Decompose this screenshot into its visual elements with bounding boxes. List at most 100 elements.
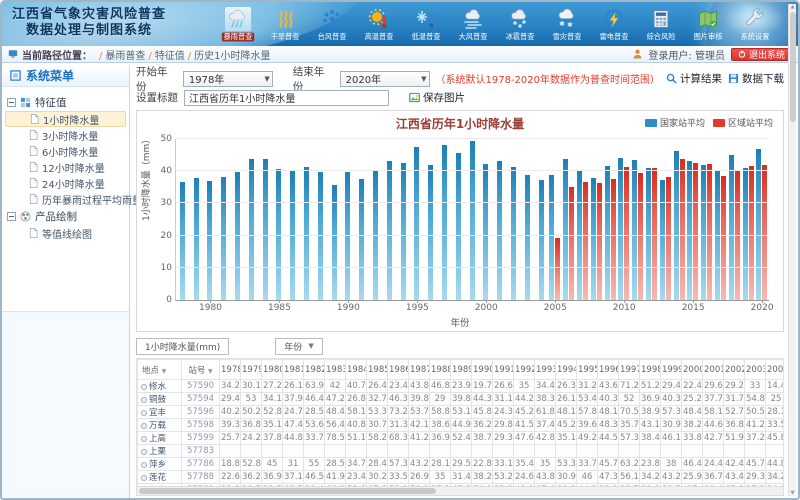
tree-item-6小时降水量[interactable]: 6小时降水量 [5,143,126,159]
legend-item-国家站平均[interactable]: 国家站平均 [645,116,705,129]
table-row-上栗[interactable]: 上栗57783 [138,445,785,458]
column-header-year-1998[interactable]: 1998 [640,360,661,380]
table-row-莲花[interactable]: 莲花5778822.636.236.937.146.541.923.430.23… [138,471,785,484]
column-header-year-2002[interactable]: 2002 [724,360,745,380]
page-icon [29,162,38,172]
toolbar-item-雪灾普查[interactable]: 雪灾普查 [543,4,590,46]
table-row-萍乡[interactable]: 萍乡5778618.852.845315528.534.728.457.343.… [138,458,785,471]
horizontal-scrollbar-thumb[interactable] [139,488,436,494]
column-header-year-1979[interactable]: 1979 [241,360,262,380]
scroll-down-icon[interactable]: ▼ [791,490,795,496]
column-header-year-1980[interactable]: 1980 [262,360,283,380]
column-header-year-1989[interactable]: 1989 [451,360,472,380]
bar-group-2007 [576,139,590,300]
value-cell: 51.2 [640,380,661,393]
tree-group-特征值[interactable]: 特征值 [5,93,126,111]
year-filter-select[interactable]: 年份▼ [275,338,322,355]
table-row-宜丰[interactable]: 宜丰5759640.250.252.824.728.548.458.153.37… [138,406,785,419]
horizontal-scrollbar[interactable] [136,486,784,496]
toolbar-item-干旱普查[interactable]: 干旱普查 [261,4,308,46]
bar-regional-2020 [762,165,767,300]
toolbar-item-雷电普查[interactable]: 雷电普查 [590,4,637,46]
value-cell: 48.1 [556,406,577,419]
x-tick-label: 2015 [682,303,705,313]
value-cell: 34.4 [535,380,556,393]
column-header-year-1983[interactable]: 1983 [325,360,346,380]
toolbar-item-暴雨普查[interactable]: 暴雨普查 [214,4,261,46]
column-header-year-1992[interactable]: 1992 [514,360,535,380]
toolbar-item-大风普查[interactable]: 大风普查 [449,4,496,46]
column-header-year-2001[interactable]: 2001 [703,360,724,380]
start-year-select[interactable]: 1978年▼ [183,71,273,87]
tree-item-24小时降水量[interactable]: 24小时降水量 [5,175,126,191]
column-header-year-1978[interactable]: 1978 [220,360,241,380]
breadcrumb: 当前路径位置： /暴雨普查/特征值/历史1小时降水量 [8,47,633,62]
logout-button-label: 退出系统 [749,48,785,61]
table-row-万载[interactable]: 万载5759839.336.835.147.453.656.440.830.73… [138,419,785,432]
column-header-year-1985[interactable]: 1985 [367,360,388,380]
toolbar-item-台风普查[interactable]: 台风普查 [308,4,355,46]
value-cell: 73.2 [388,406,409,419]
column-header-year-2000[interactable]: 2000 [682,360,703,380]
toolbar-item-label: 雪灾普查 [552,33,581,42]
value-cell: 38.9 [640,406,661,419]
data-download-label: 数据下载 [742,71,784,86]
logout-button[interactable]: 退出系统 [731,48,792,61]
station-code-cell: 57590 [182,380,220,393]
chart-title-input[interactable] [184,90,389,106]
toolbar-item-综合风险[interactable]: 综合风险 [637,4,684,46]
toolbar-item-图片审核[interactable]: 图片审核 [684,4,731,46]
column-header-year-1994[interactable]: 1994 [556,360,577,380]
legend-label: 国家站平均 [660,116,705,129]
toolbar-item-冰雹普查[interactable]: 冰雹普查 [496,4,543,46]
column-header-year-1995[interactable]: 1995 [577,360,598,380]
breadcrumb-item[interactable]: 历史1小时降水量 [194,51,270,62]
table-row-修水[interactable]: 修水5759034.230.127.226.163.94240.726.423.… [138,380,785,393]
column-header-year-1982[interactable]: 1982 [304,360,325,380]
column-header-year-2004[interactable]: 2004 [766,360,785,380]
column-header-year-1984[interactable]: 1984 [346,360,367,380]
column-header-year-1999[interactable]: 1999 [661,360,682,380]
column-header-year-1990[interactable]: 1990 [472,360,493,380]
value-cell: 35.1 [556,432,577,445]
table-row-上高[interactable]: 上高5759925.724.237.844.833.778.551.158.26… [138,432,785,445]
tree-item-3小时降水量[interactable]: 3小时降水量 [5,127,126,143]
column-header-code[interactable]: 站号 ▼ [182,360,220,380]
vertical-scrollbar[interactable]: ▲ ▼ [788,4,796,496]
collapse-icon[interactable] [7,98,16,107]
column-header-year-1991[interactable]: 1991 [493,360,514,380]
toolbar-item-系统设置[interactable]: 系统设置 [731,4,778,46]
x-tick-label: 2010 [613,303,636,313]
breadcrumb-item[interactable]: 特征值 [155,51,185,62]
column-header-year-2003[interactable]: 2003 [745,360,766,380]
value-cell [577,445,598,458]
column-header-year-1988[interactable]: 1988 [430,360,451,380]
column-header-year-1981[interactable]: 1981 [283,360,304,380]
column-header-station[interactable]: 地点 ▼ [138,360,182,380]
value-cell: 32.7 [367,393,388,406]
tree-item-历年暴雨过程平均雨量[interactable]: 历年暴雨过程平均雨量 [5,191,126,207]
calc-results-button[interactable]: 计算结果 [666,71,722,86]
column-header-year-1986[interactable]: 1986 [388,360,409,380]
value-cell: 39.8 [451,393,472,406]
value-cell: 26.6 [493,380,514,393]
bar-regional-2013 [666,177,671,300]
tree-group-产品绘制[interactable]: 产品绘制 [5,207,126,225]
collapse-icon[interactable] [7,212,16,221]
breadcrumb-item[interactable]: 暴雨普查 [105,51,145,62]
toolbar-item-高温普查[interactable]: 高温普查 [355,4,402,46]
legend-item-区域站平均[interactable]: 区域站平均 [713,116,773,129]
column-header-year-1996[interactable]: 1996 [598,360,619,380]
table-row-铜鼓[interactable]: 铜鼓5759429.45334.137.946.447.226.832.746.… [138,393,785,406]
end-year-select[interactable]: 2020年▼ [340,71,430,87]
column-header-year-1987[interactable]: 1987 [409,360,430,380]
tree-item-12小时降水量[interactable]: 12小时降水量 [5,159,126,175]
save-image-button[interactable]: 保存图片 [409,90,465,105]
breadcrumb-separator: / [148,51,151,62]
tree-item-1小时降水量[interactable]: 1小时降水量 [5,111,126,127]
toolbar-item-低温普查[interactable]: 低温普查 [402,4,449,46]
tree-item-等值线绘图[interactable]: 等值线绘图 [5,225,126,241]
data-download-button[interactable]: 数据下载 [728,71,784,86]
column-header-year-1993[interactable]: 1993 [535,360,556,380]
column-header-year-1997[interactable]: 1997 [619,360,640,380]
